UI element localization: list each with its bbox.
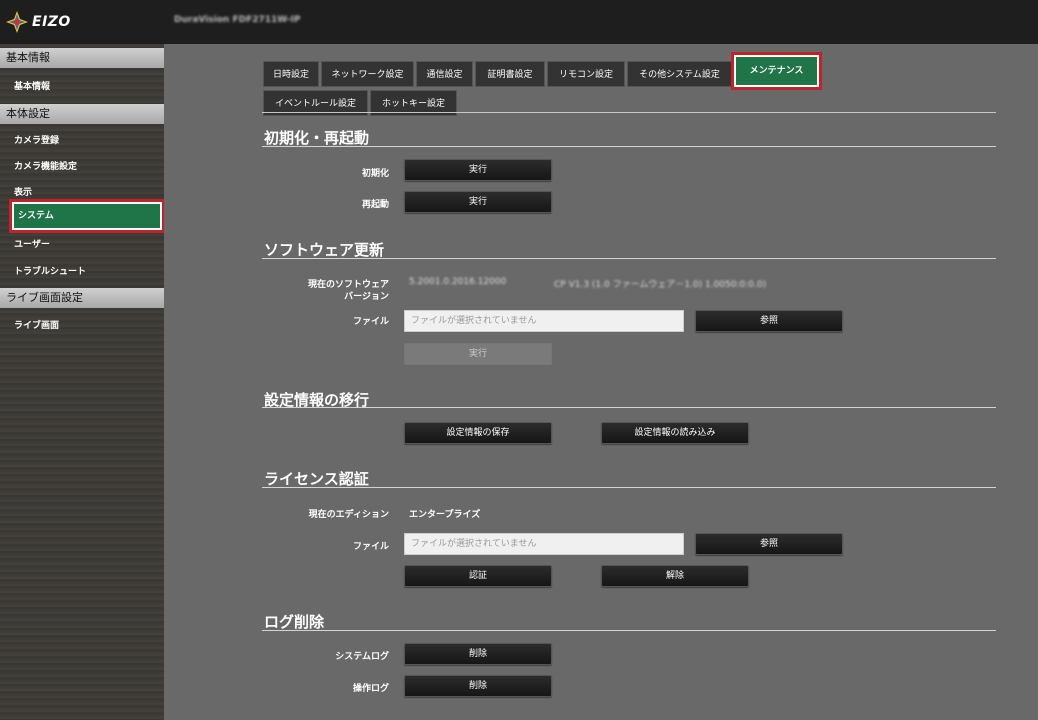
software-version-value: 5.2001.0.2016.12000 <box>409 277 507 287</box>
section-divider <box>262 407 996 408</box>
section-title-software: ソフトウェア更新 <box>264 241 385 259</box>
eizo-logo: EIZO <box>4 10 71 34</box>
main-content: 日時設定 ネットワーク設定 通信設定 証明書設定 リモコン設定 その他システム設… <box>164 44 1038 720</box>
eizo-logo-icon <box>6 11 28 33</box>
software-file-label: ファイル <box>352 317 389 327</box>
tab-certificate[interactable]: 証明書設定 <box>475 61 545 87</box>
operation-log-label: 操作ログ <box>352 684 389 694</box>
reboot-execute-button[interactable]: 実行 <box>404 191 552 213</box>
tab-maintenance[interactable]: メンテナンス <box>731 52 822 90</box>
device-name: DuraVision FDF2711W-IP <box>174 15 301 25</box>
sidebar-item-user[interactable]: ユーザー <box>12 237 162 253</box>
sidebar-item-live-screen[interactable]: ライブ画面 <box>12 318 162 334</box>
tab-communication[interactable]: 通信設定 <box>416 61 473 87</box>
software-version-detail: CP V1.3 (1.0 ファームウェア－1.0) 1.0050:0:0.0) <box>554 280 767 290</box>
system-log-label: システムログ <box>335 652 389 662</box>
tab-network[interactable]: ネットワーク設定 <box>321 61 414 87</box>
section-divider <box>262 258 996 259</box>
load-config-button[interactable]: 設定情報の読み込み <box>601 422 749 444</box>
sidebar-item-display[interactable]: 表示 <box>12 185 162 201</box>
sidebar: 基本情報 基本情報 本体設定 カメラ登録 カメラ機能設定 表示 システム ユーザ… <box>0 44 165 720</box>
section-divider <box>262 487 996 488</box>
edition-label: 現在のエディション <box>308 510 389 520</box>
reboot-label: 再起動 <box>361 200 389 210</box>
license-release-button[interactable]: 解除 <box>601 565 749 587</box>
license-file-input[interactable]: ファイルが選択されていません <box>404 533 684 555</box>
software-browse-button[interactable]: 参照 <box>695 310 843 332</box>
sidebar-section-device-settings[interactable]: 本体設定 <box>0 104 164 124</box>
license-file-label: ファイル <box>352 542 389 552</box>
logo-text: EIZO <box>32 14 71 30</box>
license-browse-button[interactable]: 参照 <box>695 533 843 555</box>
delete-system-log-button[interactable]: 削除 <box>404 643 552 665</box>
save-config-button[interactable]: 設定情報の保存 <box>404 422 552 444</box>
top-bar: EIZO DuraVision FDF2711W-IP <box>0 0 1038 44</box>
sidebar-item-basic-info[interactable]: 基本情報 <box>12 79 162 95</box>
license-auth-button[interactable]: 認証 <box>404 565 552 587</box>
edition-value: エンタープライズ <box>409 510 481 520</box>
delete-operation-log-button[interactable]: 削除 <box>404 675 552 697</box>
section-title-logs: ログ削除 <box>264 613 325 631</box>
software-file-input[interactable]: ファイルが選択されていません <box>404 310 684 332</box>
tab-remote[interactable]: リモコン設定 <box>547 61 625 87</box>
section-divider <box>262 146 996 147</box>
sidebar-item-camera-function[interactable]: カメラ機能設定 <box>12 159 162 175</box>
section-title-init: 初期化・再起動 <box>264 129 370 147</box>
sidebar-section-basic-info[interactable]: 基本情報 <box>0 48 164 68</box>
init-label: 初期化 <box>361 169 389 179</box>
section-title-license: ライセンス認証 <box>264 470 369 488</box>
tab-divider <box>262 112 996 113</box>
init-execute-button[interactable]: 実行 <box>404 159 552 181</box>
tab-datetime[interactable]: 日時設定 <box>263 61 319 87</box>
sidebar-item-troubleshoot[interactable]: トラブルシュート <box>12 264 162 280</box>
sidebar-item-system[interactable]: システム <box>9 199 165 233</box>
section-divider <box>262 630 996 631</box>
software-run-button[interactable]: 実行 <box>404 343 552 365</box>
sidebar-section-live-screen[interactable]: ライブ画面設定 <box>0 288 164 308</box>
tab-other-system[interactable]: その他システム設定 <box>627 61 732 87</box>
sidebar-item-camera-registration[interactable]: カメラ登録 <box>12 133 162 149</box>
current-software-label-2: バージョン <box>344 292 389 302</box>
